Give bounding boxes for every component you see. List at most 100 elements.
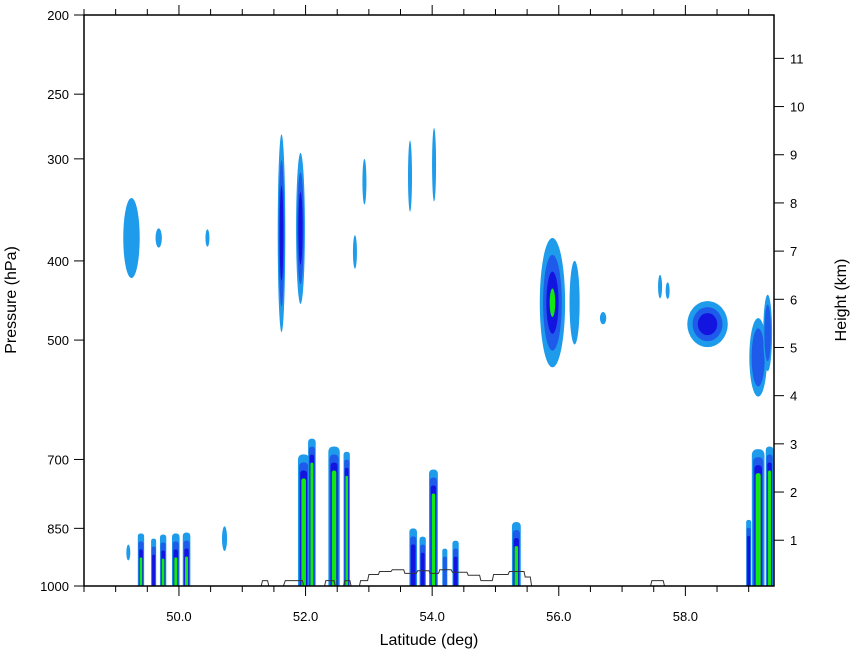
column-level-4	[185, 556, 189, 586]
cloud-level-1	[569, 260, 580, 345]
x-tick-label: 58.0	[673, 609, 698, 624]
y-left-tick-label: 1000	[40, 579, 69, 594]
column-level-3	[747, 535, 751, 586]
y-right-tick-label: 4	[790, 389, 797, 404]
cloud-level-2	[751, 328, 765, 387]
precip-column	[419, 536, 426, 586]
y-axis-left: 200 250 300 400 500 700 850 1000	[40, 8, 84, 594]
column-level-3	[453, 556, 458, 586]
cloud-level-1	[123, 198, 140, 279]
y-axis-right-title: Height (km)	[833, 259, 850, 342]
cloud-blob	[296, 152, 305, 304]
contour-chart: 50.0 52.0 54.0 56.0 58.0 200 250 300 400 500 700 8…	[3, 5, 850, 649]
cloud-blob	[352, 235, 357, 269]
x-tick-label: 56.0	[546, 609, 571, 624]
y-axis-right: 1 2 3 4 5 6 7 8 9 10 11	[774, 51, 804, 548]
column-level-4	[301, 478, 306, 586]
y-left-tick-label: 300	[47, 152, 69, 167]
column-level-4	[139, 557, 143, 586]
x-axis-title: Latitude (deg)	[380, 632, 479, 649]
y-right-tick-label: 1	[790, 533, 797, 548]
cloud-level-1	[155, 228, 162, 248]
column-level-4	[755, 473, 761, 586]
y-left-tick-label: 250	[47, 87, 69, 102]
cloud-blob	[658, 274, 663, 299]
precip-column	[511, 522, 521, 586]
x-tick-label: 54.0	[420, 609, 445, 624]
y-right-tick-label: 10	[790, 100, 804, 115]
cloud-blob	[155, 228, 162, 248]
y-left-tick-label: 500	[47, 333, 69, 348]
contour-layer	[123, 127, 774, 586]
terrain-layer	[260, 569, 665, 587]
column-level-4	[345, 475, 348, 586]
precip-column	[159, 534, 167, 586]
column-level-4	[310, 462, 314, 586]
cloud-blob	[763, 294, 773, 372]
cloud-blob	[126, 544, 131, 561]
cloud-level-3	[279, 185, 284, 281]
cloud-blob	[362, 158, 367, 205]
cloud-blob	[687, 301, 728, 348]
precip-column	[137, 533, 145, 586]
cloud-level-4	[549, 288, 556, 317]
cloud-blob	[205, 229, 210, 247]
cloud-level-1	[665, 282, 670, 299]
cloud-level-3	[298, 192, 303, 265]
column-level-4	[174, 557, 178, 586]
y-right-tick-label: 3	[790, 437, 797, 452]
y-left-tick-label: 400	[47, 254, 69, 269]
precip-column	[409, 528, 417, 586]
x-tick-label: 50.0	[166, 609, 191, 624]
y-right-tick-label: 6	[790, 292, 797, 307]
column-level-2	[442, 556, 447, 586]
precip-column	[751, 449, 765, 586]
cloud-level-1	[362, 158, 367, 205]
cloud-blob	[123, 198, 140, 279]
y-right-tick-label: 9	[790, 148, 797, 163]
precip-column	[171, 533, 180, 586]
cloud-level-1	[599, 312, 607, 325]
precip-column	[442, 548, 448, 586]
cloud-level-1	[126, 544, 131, 561]
precip-column	[429, 469, 438, 586]
y-axis-left-title: Pressure (hPa)	[3, 246, 20, 354]
y-left-tick-label: 700	[47, 452, 69, 467]
precip-column	[746, 519, 752, 586]
column-level-3	[420, 552, 425, 586]
precip-column	[452, 540, 459, 586]
y-right-tick-label: 11	[790, 51, 804, 66]
precip-column	[343, 451, 350, 586]
cloud-blob	[665, 282, 670, 299]
cloud-blob	[222, 526, 228, 552]
y-left-tick-label: 850	[47, 521, 69, 536]
cloud-level-1	[432, 127, 437, 202]
y-right-tick-label: 7	[790, 244, 797, 259]
cloud-level-1	[408, 140, 413, 212]
cloud-level-1	[222, 526, 228, 552]
column-level-4	[431, 493, 436, 586]
precip-column	[182, 532, 191, 586]
cloud-blob	[408, 140, 413, 212]
precip-column	[297, 454, 310, 586]
cloud-level-1	[352, 235, 357, 269]
precip-column	[151, 538, 157, 586]
y-left-tick-label: 200	[47, 8, 69, 23]
column-level-4	[331, 470, 337, 586]
cloud-level-1	[658, 274, 663, 299]
cloud-blob	[432, 127, 437, 202]
cloud-blob	[539, 238, 566, 368]
column-level-3	[152, 554, 156, 586]
x-tick-label: 52.0	[293, 609, 318, 624]
y-right-tick-label: 8	[790, 196, 797, 211]
terrain-outline	[260, 569, 665, 587]
column-level-3	[410, 544, 416, 586]
cloud-level-1	[205, 229, 210, 247]
column-level-4	[768, 470, 772, 586]
cloud-blob	[569, 260, 580, 345]
cloud-blob	[277, 134, 286, 333]
cloud-blob	[599, 312, 607, 325]
y-right-tick-label: 5	[790, 340, 797, 355]
precip-column	[308, 438, 316, 586]
y-right-tick-label: 2	[790, 485, 797, 500]
